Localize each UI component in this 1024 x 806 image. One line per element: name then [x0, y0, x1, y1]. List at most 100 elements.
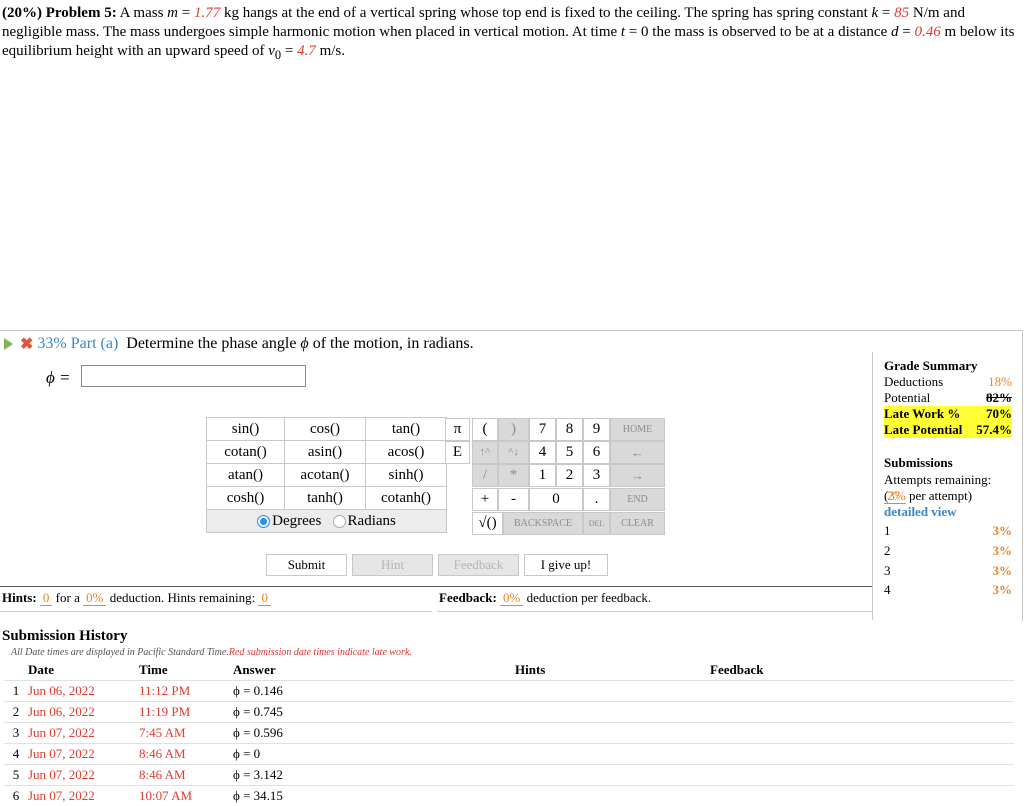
submission-deduction: 3% — [993, 563, 1013, 579]
submission-deduction: 3% — [993, 523, 1013, 539]
angle-mode-selector: Degrees Radians — [207, 510, 447, 533]
degrees-label[interactable]: Degrees — [272, 513, 321, 529]
hints-deduction-pct: 0% — [83, 590, 106, 606]
problem-label: Problem 5: — [46, 5, 117, 21]
problem-text: m/s. — [316, 43, 345, 59]
part-header: ✖ 33% Part (a) Determine the phase angle… — [4, 334, 474, 354]
right-arrow-key[interactable]: → — [610, 464, 665, 487]
key-5[interactable]: 5 — [556, 441, 583, 464]
deductions-value: 18% — [988, 374, 1012, 390]
deductions-label: Deductions — [884, 374, 943, 390]
part-percent: 33% — [37, 335, 66, 353]
late-potential-value: 57.4% — [976, 422, 1012, 438]
pi-key[interactable]: π — [445, 418, 470, 441]
speed-value: 4.7 — [297, 43, 316, 59]
key-4[interactable]: 4 — [529, 441, 556, 464]
del-key[interactable]: DEL — [583, 512, 610, 535]
submission-number: 3 — [884, 563, 891, 579]
dot-key[interactable]: . — [583, 488, 610, 511]
detailed-view-row: detailed view — [884, 504, 1012, 520]
incorrect-x-icon: ✖ — [20, 334, 33, 354]
give-up-button[interactable]: I give up! — [524, 554, 608, 576]
e-key[interactable]: E — [445, 441, 470, 464]
problem-text: A mass — [120, 5, 168, 21]
minus-key[interactable]: - — [498, 488, 529, 511]
grade-summary-title: Grade Summary — [884, 358, 978, 374]
multiply-key[interactable]: * — [498, 464, 529, 487]
tan-button[interactable]: tan() — [366, 418, 447, 441]
radians-radio[interactable] — [333, 515, 346, 528]
sin-button[interactable]: sin() — [207, 418, 285, 441]
end-key[interactable]: END — [610, 488, 665, 511]
row-time: 11:19 PM — [139, 702, 233, 723]
submission-deduction: 3% — [993, 582, 1013, 598]
equals: = — [281, 43, 297, 59]
divider — [0, 611, 432, 612]
key-0[interactable]: 0 — [529, 488, 583, 511]
mass-value: 1.77 — [194, 5, 220, 21]
row-answer: ϕ = 0 — [233, 744, 515, 765]
left-arrow-key[interactable]: ← — [610, 441, 665, 464]
key-1[interactable]: 1 — [529, 464, 556, 487]
table-row: 2 Jun 06, 2022 11:19 PM ϕ = 0.745 — [4, 702, 1014, 723]
home-key[interactable]: HOME — [610, 418, 665, 441]
key-8[interactable]: 8 — [556, 418, 583, 441]
key-3[interactable]: 3 — [583, 464, 610, 487]
cosh-button[interactable]: cosh() — [207, 487, 285, 510]
row-time: 8:46 AM — [139, 744, 233, 765]
key-2[interactable]: 2 — [556, 464, 583, 487]
hints-count: 0 — [40, 590, 53, 606]
potential-label: Potential — [884, 390, 930, 406]
exponent-down-key[interactable]: ^↓ — [498, 441, 529, 464]
plus-key[interactable]: + — [472, 488, 498, 511]
equals: = — [878, 5, 894, 21]
asin-button[interactable]: asin() — [285, 441, 366, 464]
acos-button[interactable]: acos() — [366, 441, 447, 464]
close-paren-key[interactable]: ) — [498, 418, 529, 441]
sinh-button[interactable]: sinh() — [366, 464, 447, 487]
acotan-button[interactable]: acotan() — [285, 464, 366, 487]
detailed-view-link[interactable]: detailed view — [884, 504, 957, 520]
cos-button[interactable]: cos() — [285, 418, 366, 441]
symbol-m: m — [167, 5, 178, 21]
time-header: Time — [139, 660, 233, 681]
row-answer: ϕ = 34.15 — [233, 786, 515, 806]
submission-deduction: 3% — [993, 543, 1013, 559]
hint-button[interactable]: Hint — [352, 554, 433, 576]
answer-input[interactable] — [81, 365, 306, 387]
degrees-radio[interactable] — [257, 515, 270, 528]
per-attempt-text: per attempt) — [906, 488, 972, 503]
prompt-text: of the motion, in radians. — [309, 335, 474, 352]
atan-button[interactable]: atan() — [207, 464, 285, 487]
submission-number: 4 — [884, 582, 891, 598]
exponent-up-key[interactable]: ↑^ — [472, 441, 498, 464]
submit-button[interactable]: Submit — [266, 554, 347, 576]
expand-arrow-icon[interactable] — [4, 338, 13, 350]
cotanh-button[interactable]: cotanh() — [366, 487, 447, 510]
key-6[interactable]: 6 — [583, 441, 610, 464]
problem-weight: (20%) — [2, 5, 42, 21]
feedback-label: Feedback: — [439, 590, 497, 605]
date-header: Date — [28, 660, 139, 681]
part-name: Part (a) — [71, 335, 119, 353]
open-paren-key[interactable]: ( — [472, 418, 498, 441]
submission-number: 1 — [884, 523, 891, 539]
deductions-row: Deductions 18% — [884, 374, 1012, 390]
row-date: Jun 06, 2022 — [28, 681, 139, 702]
sqrt-key[interactable]: √() — [472, 512, 503, 535]
divider — [0, 586, 872, 587]
submission-row: 2 3% — [884, 543, 1012, 559]
row-date: Jun 07, 2022 — [28, 723, 139, 744]
cotan-button[interactable]: cotan() — [207, 441, 285, 464]
history-note-text: All Date times are displayed in Pacific … — [11, 647, 229, 658]
radians-label[interactable]: Radians — [348, 513, 396, 529]
divide-key[interactable]: / — [472, 464, 498, 487]
tanh-button[interactable]: tanh() — [285, 487, 366, 510]
late-work-value: 70% — [986, 406, 1012, 422]
clear-key[interactable]: CLEAR — [610, 512, 665, 535]
key-9[interactable]: 9 — [583, 418, 610, 441]
feedback-button[interactable]: Feedback — [438, 554, 519, 576]
backspace-key[interactable]: BACKSPACE — [503, 512, 583, 535]
key-7[interactable]: 7 — [529, 418, 556, 441]
answer-header: Answer — [233, 660, 515, 681]
